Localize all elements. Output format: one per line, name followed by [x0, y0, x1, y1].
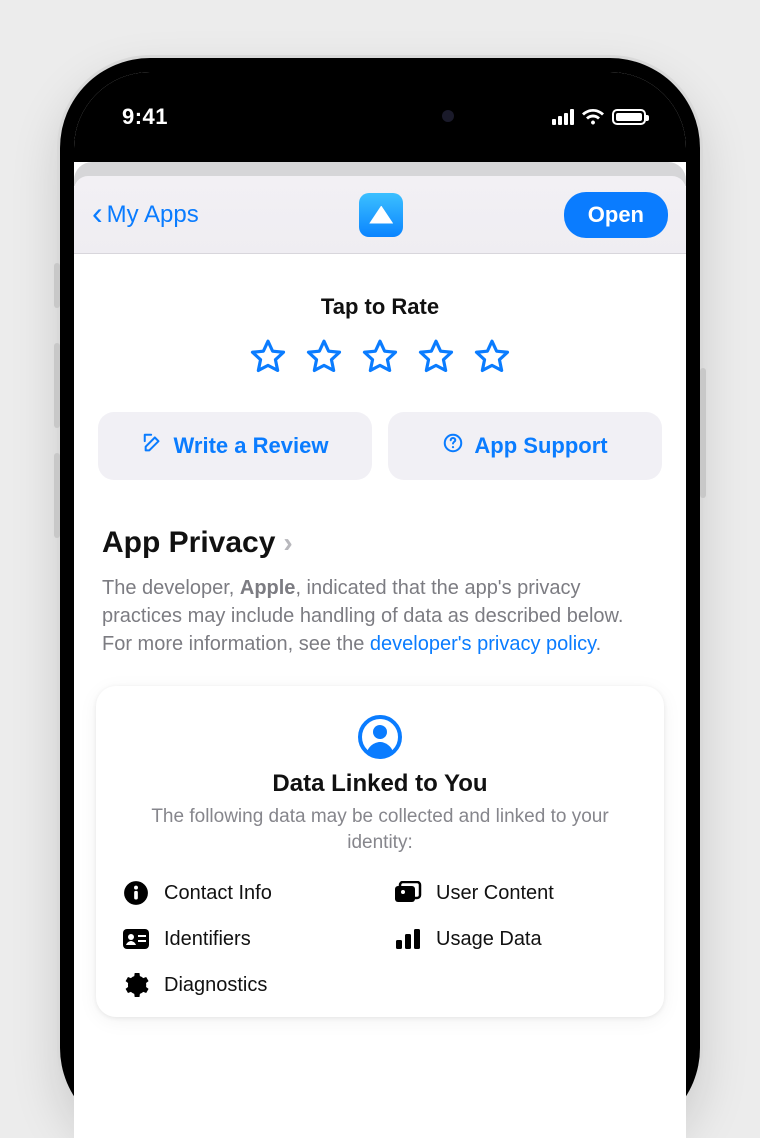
data-linked-card[interactable]: Data Linked to You The following data ma… — [96, 686, 664, 1017]
write-review-button[interactable]: Write a Review — [98, 412, 372, 480]
card-subtitle: The following data may be collected and … — [122, 804, 638, 855]
app-privacy-header[interactable]: App Privacy › — [102, 526, 658, 560]
mute-switch — [54, 263, 60, 308]
app-icon[interactable] — [359, 193, 403, 237]
rate-title: Tap to Rate — [74, 294, 686, 320]
star-1[interactable] — [249, 338, 287, 376]
data-item-user-content: User Content — [394, 879, 638, 907]
status-time: 9:41 — [122, 104, 168, 130]
card-title: Data Linked to You — [122, 770, 638, 798]
question-circle-icon — [442, 432, 464, 460]
compose-icon — [142, 432, 164, 460]
cellular-icon — [552, 109, 574, 125]
gear-icon — [122, 971, 150, 999]
open-button[interactable]: Open — [564, 192, 668, 238]
section-title: App Privacy — [102, 526, 275, 560]
chevron-left-icon: ‹ — [92, 197, 103, 229]
app-support-label: App Support — [474, 433, 607, 459]
write-review-label: Write a Review — [174, 433, 329, 459]
data-item-identifiers: Identifiers — [122, 925, 366, 953]
id-card-icon — [122, 925, 150, 953]
screen: 9:41 ‹ My Apps Open Tap to Rate — [74, 72, 686, 1138]
data-item-usage-data: Usage Data — [394, 925, 638, 953]
wifi-icon — [582, 109, 604, 125]
person-circle-icon — [122, 714, 638, 760]
content-area: Tap to Rate Write a Review — [74, 254, 686, 1138]
back-button[interactable]: ‹ My Apps — [92, 200, 199, 229]
app-support-button[interactable]: App Support — [388, 412, 662, 480]
photos-icon — [394, 879, 422, 907]
dynamic-island — [290, 96, 470, 136]
star-4[interactable] — [417, 338, 455, 376]
nav-bar: ‹ My Apps Open — [74, 176, 686, 254]
data-item-contact-info: Contact Info — [122, 879, 366, 907]
rating-stars — [74, 338, 686, 376]
phone-frame: 9:41 ‹ My Apps Open Tap to Rate — [60, 58, 700, 1138]
back-label: My Apps — [107, 201, 199, 229]
chevron-right-icon: › — [283, 527, 292, 559]
power-button — [700, 368, 706, 498]
data-item-diagnostics: Diagnostics — [122, 971, 366, 999]
star-2[interactable] — [305, 338, 343, 376]
info-circle-icon — [122, 879, 150, 907]
bar-chart-icon — [394, 925, 422, 953]
star-3[interactable] — [361, 338, 399, 376]
battery-icon — [612, 109, 646, 125]
volume-down — [54, 453, 60, 538]
privacy-policy-link[interactable]: developer's privacy policy — [370, 633, 596, 655]
privacy-description: The developer, Apple, indicated that the… — [102, 574, 658, 658]
star-5[interactable] — [473, 338, 511, 376]
volume-up — [54, 343, 60, 428]
